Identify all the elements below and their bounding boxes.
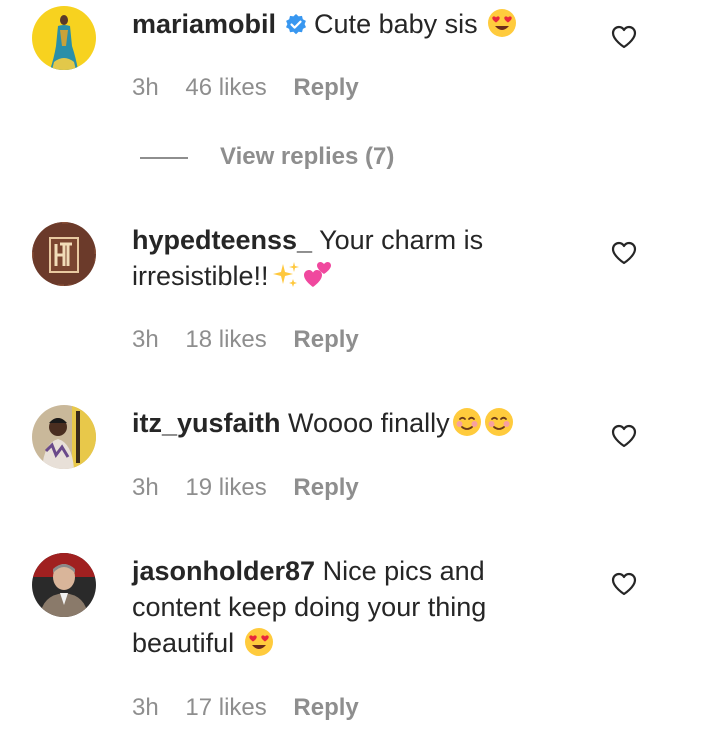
likes-count[interactable]: 19 likes <box>185 474 266 501</box>
two-hearts-emoji <box>303 260 333 299</box>
username[interactable]: hypedteenss_ <box>132 225 312 255</box>
comment-text: jasonholder87 Nice pics and content keep… <box>132 553 572 666</box>
view-replies-label: View replies (7) <box>220 143 395 170</box>
avatar[interactable] <box>32 6 96 70</box>
comment-meta: 3h 19 likes Reply <box>132 474 379 502</box>
username[interactable]: itz_yusfaith <box>132 408 281 438</box>
avatar[interactable] <box>32 222 96 286</box>
reply-button[interactable]: Reply <box>293 694 358 721</box>
like-heart-icon[interactable] <box>611 572 637 596</box>
likes-count[interactable]: 18 likes <box>185 326 266 353</box>
likes-count[interactable]: 17 likes <box>185 694 266 721</box>
avatar[interactable] <box>32 553 96 617</box>
comment-body: Woooo finally <box>288 408 450 438</box>
comment-time: 3h <box>132 74 159 101</box>
comment-text: hypedteenss_ Your charm is irresistible!… <box>132 222 572 299</box>
likes-count[interactable]: 46 likes <box>185 74 266 101</box>
heart-eyes-emoji <box>487 8 517 47</box>
verified-badge-icon <box>284 10 308 46</box>
like-heart-icon[interactable] <box>611 241 637 265</box>
username[interactable]: jasonholder87 <box>132 556 315 586</box>
divider-line <box>140 156 188 159</box>
comment-text: itz_yusfaith Woooo finally <box>132 405 572 446</box>
comment-meta: 3h 17 likes Reply <box>132 694 379 722</box>
heart-eyes-emoji <box>244 627 274 666</box>
view-replies-button[interactable]: View replies (7) <box>140 143 394 171</box>
comment-time: 3h <box>132 326 159 353</box>
like-heart-icon[interactable] <box>611 424 637 448</box>
reply-button[interactable]: Reply <box>293 74 358 101</box>
sparkles-emoji <box>271 260 301 299</box>
comment-body: Cute baby sis <box>314 9 478 39</box>
avatar[interactable] <box>32 405 96 469</box>
comment-meta: 3h 18 likes Reply <box>132 326 379 354</box>
comment-text: mariamobil Cute baby sis <box>132 6 572 47</box>
comment-time: 3h <box>132 694 159 721</box>
username[interactable]: mariamobil <box>132 9 276 39</box>
comment-time: 3h <box>132 474 159 501</box>
smiling-face-emoji <box>452 407 482 446</box>
smiling-face-emoji <box>484 407 514 446</box>
reply-button[interactable]: Reply <box>293 326 358 353</box>
like-heart-icon[interactable] <box>611 25 637 49</box>
comment-meta: 3h 46 likes Reply <box>132 74 379 102</box>
reply-button[interactable]: Reply <box>293 474 358 501</box>
